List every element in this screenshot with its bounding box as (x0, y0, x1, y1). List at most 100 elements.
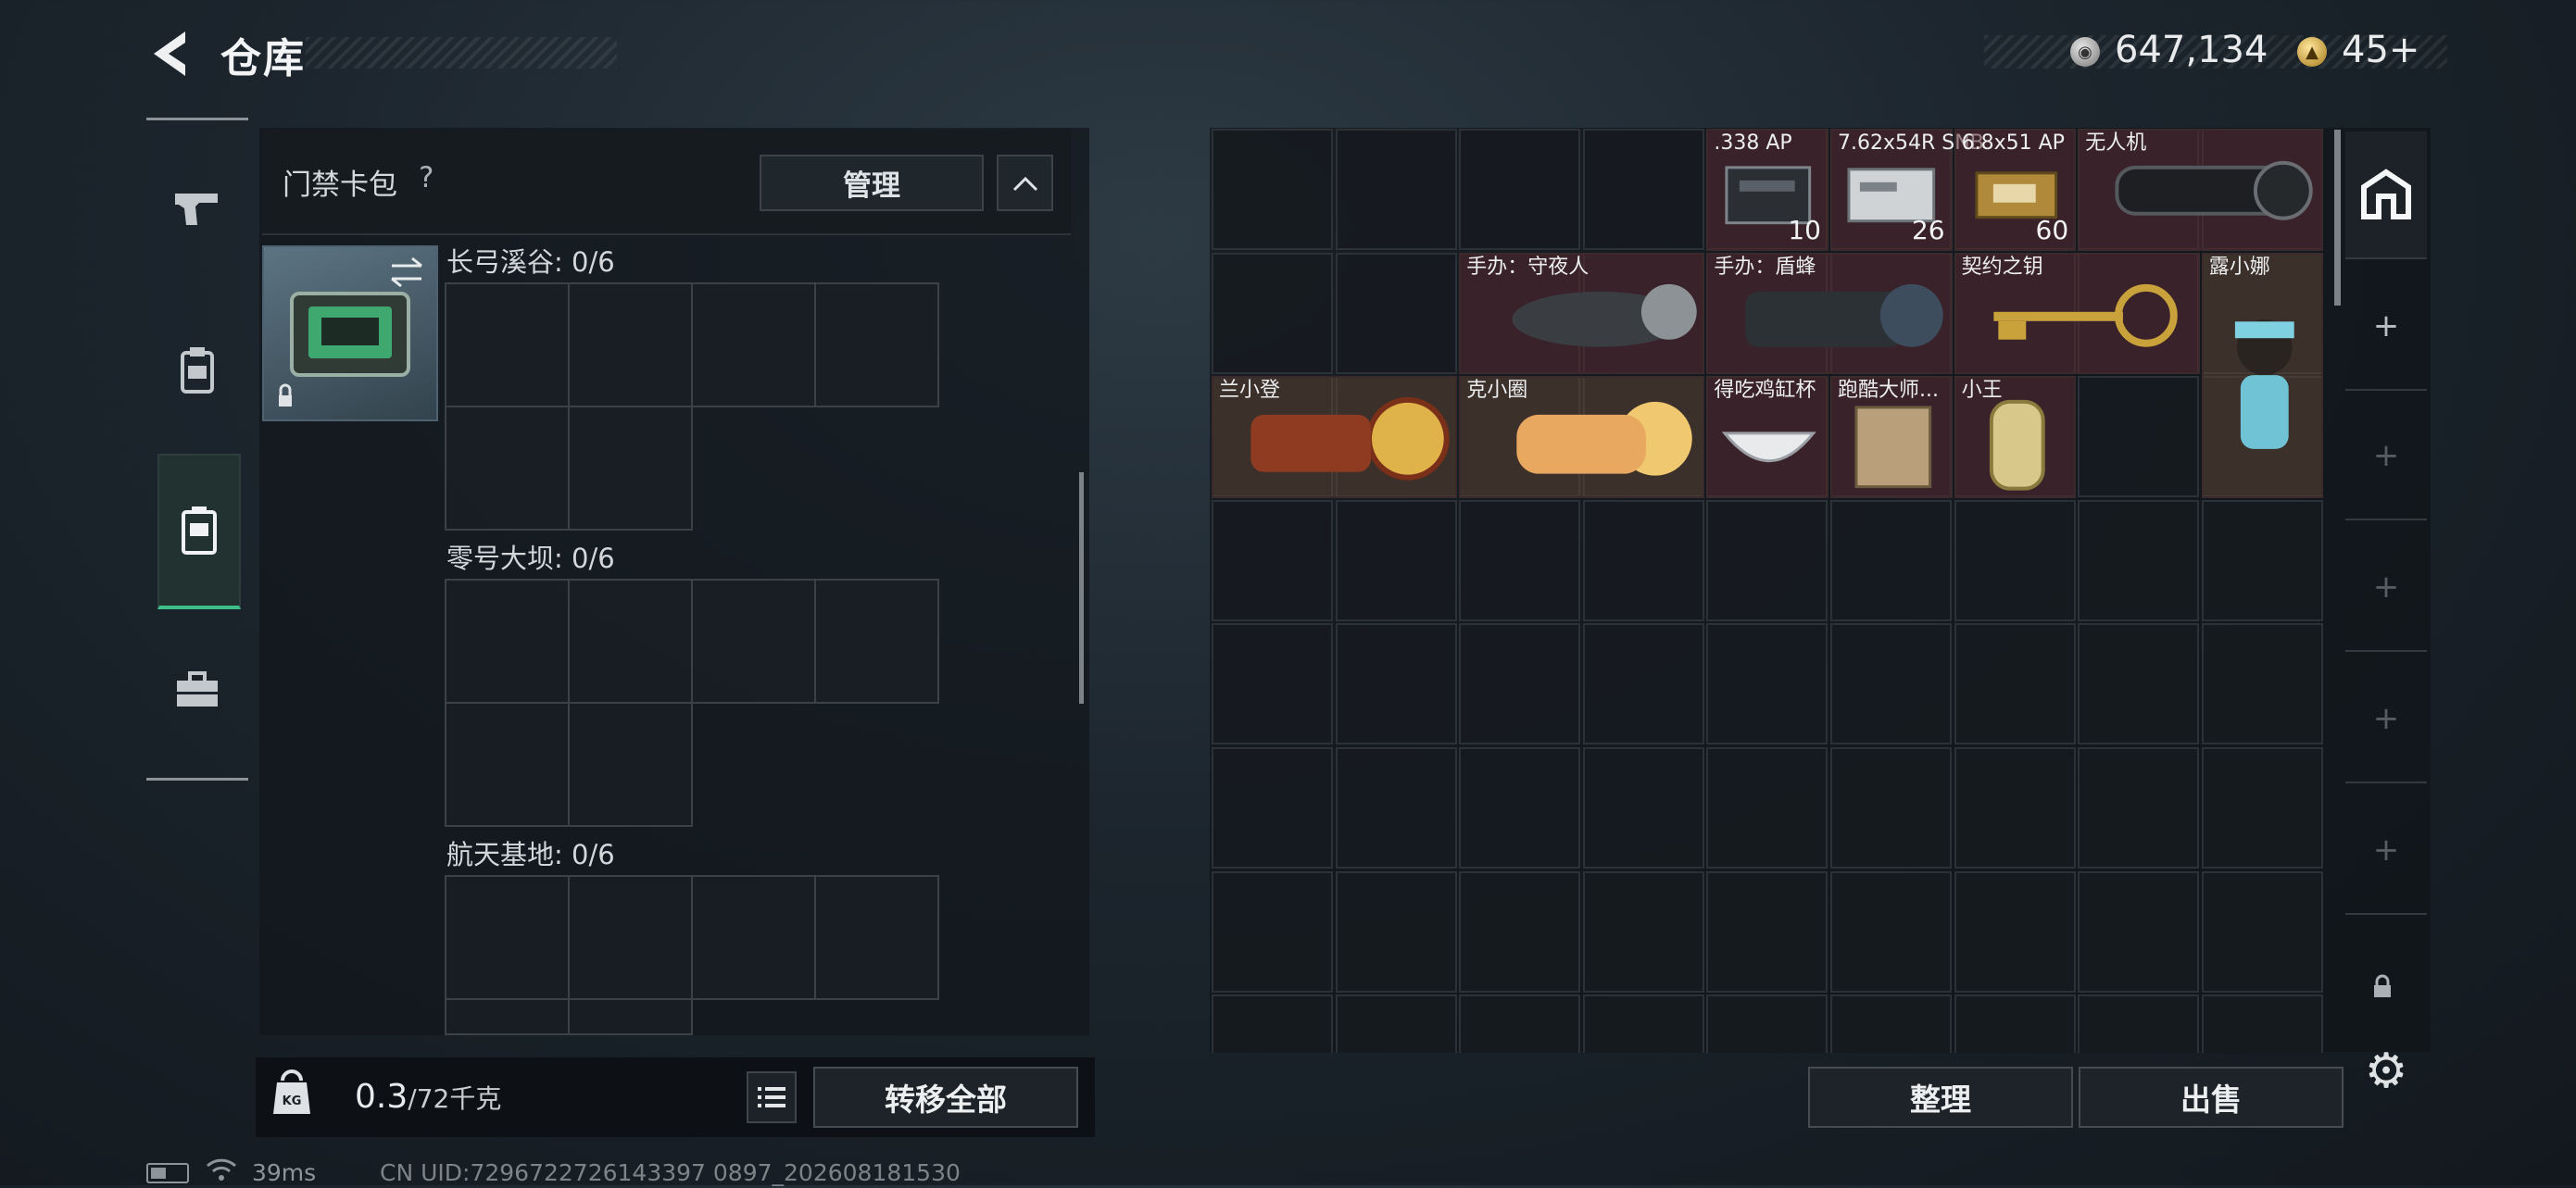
grid-cell[interactable] (1954, 499, 2076, 621)
tidy-button[interactable]: 整理 (1808, 1067, 2073, 1128)
grid-cell[interactable] (1335, 747, 1457, 869)
grid-cell[interactable] (1706, 870, 1828, 993)
card-slot[interactable] (445, 579, 570, 704)
grid-cell[interactable] (1212, 129, 1333, 250)
grid-cell[interactable] (2201, 623, 2323, 745)
add-slot-button[interactable]: + (2345, 524, 2427, 652)
card-slot[interactable] (568, 875, 693, 1000)
grid-cell[interactable] (1459, 623, 1581, 745)
grid-cell[interactable] (1212, 994, 1333, 1053)
grid-cell[interactable] (1335, 499, 1457, 621)
grid-cell[interactable] (1582, 994, 1704, 1053)
grid-cell[interactable] (1212, 252, 1333, 374)
grid-cell[interactable] (1459, 499, 1581, 621)
stash-item[interactable]: 7.62x54R SNB 26 (1830, 129, 1984, 251)
grid-cell[interactable] (1954, 870, 2076, 993)
grid-cell[interactable] (1954, 747, 2076, 869)
card-slot[interactable] (814, 875, 939, 1000)
gold-currency-value[interactable]: 45+ (2342, 29, 2419, 71)
card-slot[interactable] (568, 579, 693, 704)
grid-cell[interactable] (2201, 870, 2323, 993)
grid-cell[interactable] (1335, 994, 1457, 1053)
stash-item[interactable]: 无人机 (2078, 129, 2324, 251)
grid-cell[interactable] (2201, 499, 2323, 621)
stash-item[interactable]: 露小娜 (2201, 252, 2324, 498)
grid-cell[interactable] (1706, 623, 1828, 745)
sell-button[interactable]: 出售 (2079, 1067, 2344, 1128)
stash-item[interactable]: 小王 (1954, 376, 2077, 498)
card-slot[interactable] (691, 282, 816, 407)
card-slot[interactable] (691, 875, 816, 1000)
manage-button[interactable]: 管理 (760, 155, 984, 211)
card-slot[interactable] (445, 282, 570, 407)
grid-cell[interactable] (1335, 870, 1457, 993)
card-slot[interactable] (814, 579, 939, 704)
grid-cell[interactable] (1830, 623, 1952, 745)
grid-cell[interactable] (1582, 129, 1704, 250)
help-icon[interactable]: ? (419, 161, 434, 194)
card-slot[interactable] (568, 282, 693, 407)
safe-box-icon[interactable] (2345, 131, 2427, 259)
grid-cell[interactable] (1459, 870, 1581, 993)
grid-cell[interactable] (2201, 994, 2323, 1053)
grid-cell[interactable] (1830, 747, 1952, 869)
add-slot-button[interactable]: + (2345, 656, 2427, 783)
grid-cell[interactable] (1954, 623, 2076, 745)
list-icon[interactable] (747, 1071, 797, 1123)
back-icon[interactable] (146, 28, 193, 80)
stash-item[interactable]: 得吃鸡缸杯 (1706, 376, 1828, 498)
grid-cell[interactable] (1582, 870, 1704, 993)
grid-cell[interactable] (1830, 870, 1952, 993)
grid-cell[interactable] (1830, 994, 1952, 1053)
add-slot-button[interactable]: + (2345, 787, 2427, 915)
stash-item[interactable]: 克小圈 (1459, 376, 1705, 498)
card-slot[interactable] (568, 406, 693, 531)
stash-item[interactable]: 兰小登 (1212, 376, 1458, 498)
add-slot-button[interactable]: + (2345, 393, 2427, 520)
grid-cell[interactable] (2078, 623, 2200, 745)
grid-cell[interactable] (1335, 252, 1457, 374)
backpack-icon[interactable] (157, 454, 241, 609)
scrollbar[interactable] (1079, 472, 1084, 704)
keycard-case-item[interactable] (262, 245, 438, 421)
grid-cell[interactable] (2078, 870, 2200, 993)
grid-cell[interactable] (1335, 623, 1457, 745)
card-slot[interactable] (445, 406, 570, 531)
grid-cell[interactable] (1212, 870, 1333, 993)
grid-cell[interactable] (1706, 747, 1828, 869)
pistol-icon[interactable] (157, 176, 237, 241)
grid-cell[interactable] (1830, 499, 1952, 621)
stash-item[interactable]: 手办：守夜人 (1459, 252, 1705, 375)
gear-icon[interactable]: ⚙ (2360, 1044, 2412, 1099)
stash-item[interactable]: .338 AP 10 (1706, 129, 1828, 251)
grid-cell[interactable] (1335, 129, 1457, 250)
grid-cell[interactable] (1212, 499, 1333, 621)
add-slot-button[interactable]: + (2345, 263, 2427, 391)
card-slot[interactable] (568, 702, 693, 827)
card-slot[interactable] (814, 282, 939, 407)
grid-cell[interactable] (2201, 747, 2323, 869)
grid-cell[interactable] (2078, 376, 2200, 498)
grid-cell[interactable] (2078, 994, 2200, 1053)
stash-item[interactable]: 6.8x51 AP 60 (1954, 129, 2077, 251)
grid-cell[interactable] (1582, 747, 1704, 869)
grid-cell[interactable] (1459, 747, 1581, 869)
stash-item[interactable]: 手办：盾蜂 (1706, 252, 1953, 375)
grid-cell[interactable] (1582, 499, 1704, 621)
grid-cell[interactable] (2078, 499, 2200, 621)
card-slot[interactable] (568, 998, 693, 1035)
grid-cell[interactable] (1459, 994, 1581, 1053)
grid-cell[interactable] (1706, 994, 1828, 1053)
grid-cell[interactable] (2078, 747, 2200, 869)
grid-cell[interactable] (1706, 499, 1828, 621)
grid-cell[interactable] (1459, 129, 1581, 250)
toolbox-icon[interactable] (157, 657, 237, 722)
grid-cell[interactable] (1582, 623, 1704, 745)
armor-rig-icon[interactable] (157, 333, 237, 407)
card-slot[interactable] (445, 702, 570, 827)
grid-cell[interactable] (1954, 994, 2076, 1053)
grid-cell[interactable] (1212, 747, 1333, 869)
card-slot[interactable] (445, 998, 570, 1035)
chevron-up-icon[interactable] (997, 155, 1053, 211)
stash-item[interactable]: 跑酷大师... (1830, 376, 1953, 498)
